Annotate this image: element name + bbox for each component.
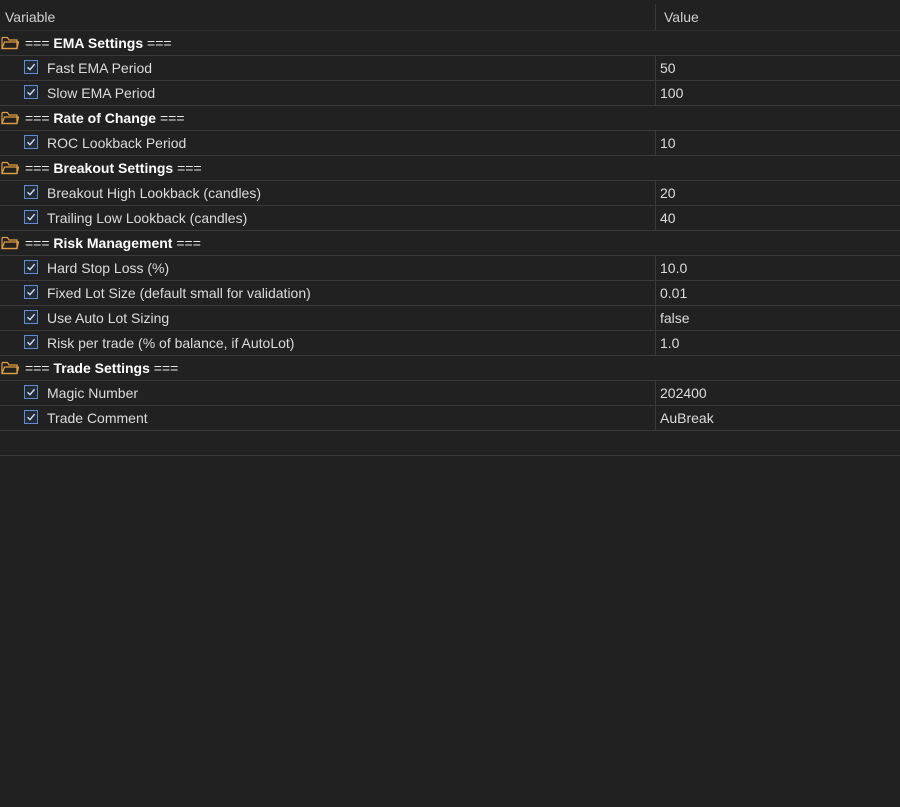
param-row[interactable]: ROC Lookback Period 10 (0, 131, 900, 156)
param-label: Use Auto Lot Sizing (47, 310, 170, 326)
checkbox-checked-icon[interactable] (24, 85, 38, 99)
folder-icon[interactable] (1, 236, 20, 250)
group-label: === Rate of Change === (25, 110, 185, 126)
param-value-field[interactable]: 10 (660, 135, 676, 151)
group-title: Rate of Change (53, 110, 157, 126)
param-value-field[interactable]: 20 (660, 185, 676, 201)
param-row[interactable]: Magic Number 202400 (0, 381, 900, 406)
checkbox-checked-icon[interactable] (24, 260, 38, 274)
param-row[interactable]: Hard Stop Loss (%) 10.0 (0, 256, 900, 281)
column-divider[interactable] (655, 4, 656, 30)
param-value-field[interactable]: 202400 (660, 385, 707, 401)
column-divider (655, 256, 656, 280)
param-row[interactable]: Use Auto Lot Sizing false (0, 306, 900, 331)
column-divider (655, 56, 656, 80)
checkbox-checked-icon[interactable] (24, 185, 38, 199)
checkbox-checked-icon[interactable] (24, 310, 38, 324)
param-label: Breakout High Lookback (candles) (47, 185, 262, 201)
param-value-field[interactable]: 1.0 (660, 335, 679, 351)
group-label: === EMA Settings === (25, 35, 172, 51)
checkbox-checked-icon[interactable] (24, 385, 38, 399)
param-label: Risk per trade (% of balance, if AutoLot… (47, 335, 295, 351)
param-row[interactable]: Trailing Low Lookback (candles) 40 (0, 206, 900, 231)
param-label: Fast EMA Period (47, 60, 153, 76)
param-label: ROC Lookback Period (47, 135, 187, 151)
group-marker-left: === (25, 235, 50, 251)
group-label: === Risk Management === (25, 235, 201, 251)
column-divider (655, 381, 656, 405)
column-divider (655, 331, 656, 355)
group-marker-right: === (176, 235, 201, 251)
group-marker-right: === (153, 360, 179, 376)
column-divider (655, 206, 656, 230)
param-label: Magic Number (47, 385, 139, 401)
column-header-variable[interactable]: Variable (5, 9, 55, 25)
group-row[interactable]: === Breakout Settings === (0, 156, 900, 181)
group-row[interactable]: === Trade Settings === (0, 356, 900, 381)
param-label: Fixed Lot Size (default small for valida… (47, 285, 311, 301)
group-marker-left: === (25, 110, 50, 126)
param-value-field[interactable]: 50 (660, 60, 676, 76)
grid-header: Variable Value (0, 0, 900, 31)
param-row[interactable]: Risk per trade (% of balance, if AutoLot… (0, 331, 900, 356)
column-divider (655, 181, 656, 205)
param-label: Slow EMA Period (47, 85, 156, 101)
param-row[interactable]: Slow EMA Period 100 (0, 81, 900, 106)
param-value-field[interactable]: AuBreak (660, 410, 714, 426)
group-title: Trade Settings (53, 360, 150, 376)
param-row[interactable]: Fixed Lot Size (default small for valida… (0, 281, 900, 306)
group-row[interactable]: === Rate of Change === (0, 106, 900, 131)
param-value-field[interactable]: 0.01 (660, 285, 687, 301)
grid-rows: === EMA Settings === Fast EMA Period 50 Slo… (0, 31, 900, 456)
param-value-field[interactable]: 100 (660, 85, 683, 101)
group-label: === Breakout Settings === (25, 160, 202, 176)
folder-icon[interactable] (1, 161, 20, 175)
folder-icon[interactable] (1, 111, 20, 125)
param-label: Trade Comment (47, 410, 148, 426)
checkbox-checked-icon[interactable] (24, 210, 38, 224)
param-value-field[interactable]: false (660, 310, 690, 326)
folder-icon[interactable] (1, 361, 20, 375)
checkbox-checked-icon[interactable] (24, 335, 38, 349)
group-marker-left: === (25, 160, 50, 176)
inputs-grid: Variable Value === EMA Settings === Fast … (0, 0, 900, 807)
column-divider (655, 81, 656, 105)
group-marker-right: === (177, 160, 202, 176)
column-header-value[interactable]: Value (664, 9, 699, 25)
group-label: === Trade Settings === (25, 360, 178, 376)
group-title: EMA Settings (53, 35, 144, 51)
checkbox-checked-icon[interactable] (24, 285, 38, 299)
empty-row (0, 431, 900, 456)
group-title: Breakout Settings (53, 160, 174, 176)
group-marker-left: === (25, 360, 50, 376)
param-value-field[interactable]: 40 (660, 210, 676, 226)
group-row[interactable]: === EMA Settings === (0, 31, 900, 56)
param-label: Hard Stop Loss (%) (47, 260, 170, 276)
param-label: Trailing Low Lookback (candles) (47, 210, 248, 226)
param-row[interactable]: Fast EMA Period 50 (0, 56, 900, 81)
column-divider (655, 131, 656, 155)
group-title: Risk Management (53, 235, 173, 251)
group-marker-right: === (147, 35, 172, 51)
group-marker-right: === (160, 110, 185, 126)
checkbox-checked-icon[interactable] (24, 135, 38, 149)
param-row[interactable]: Trade Comment AuBreak (0, 406, 900, 431)
checkbox-checked-icon[interactable] (24, 60, 38, 74)
checkbox-checked-icon[interactable] (24, 410, 38, 424)
column-divider (655, 406, 656, 430)
column-divider (655, 306, 656, 330)
folder-icon[interactable] (1, 36, 20, 50)
group-row[interactable]: === Risk Management === (0, 231, 900, 256)
group-marker-left: === (25, 35, 50, 51)
param-value-field[interactable]: 10.0 (660, 260, 687, 276)
param-row[interactable]: Breakout High Lookback (candles) 20 (0, 181, 900, 206)
column-divider (655, 281, 656, 305)
